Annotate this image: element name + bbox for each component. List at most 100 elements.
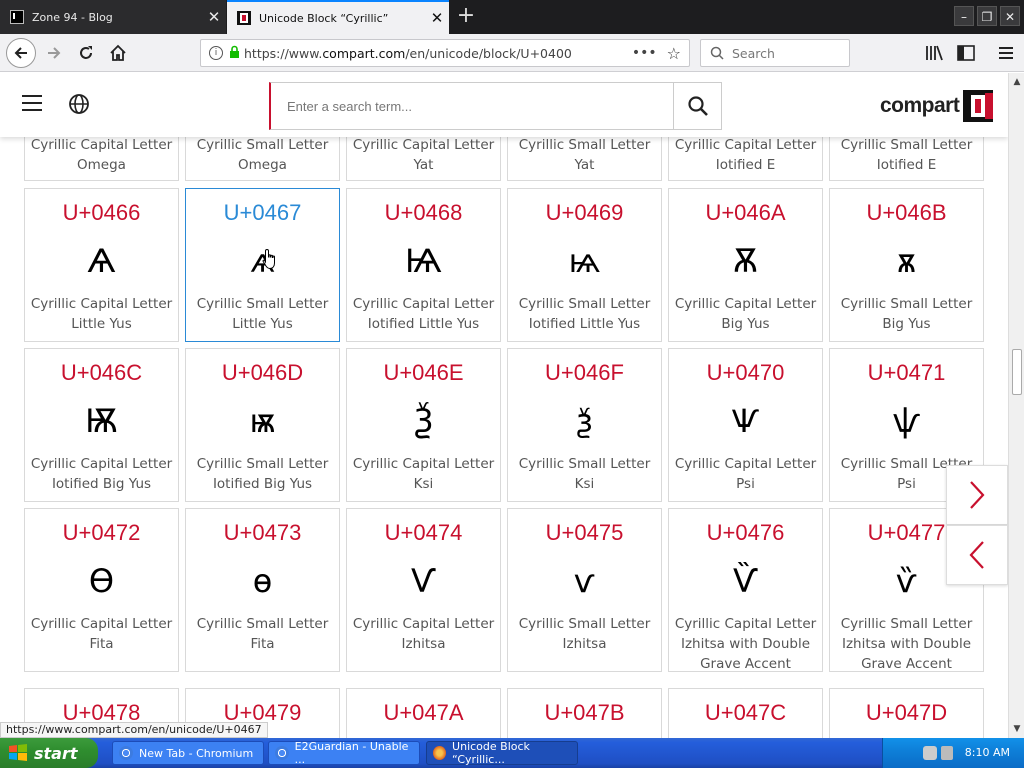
restore-icon[interactable]: ❐ [977, 6, 997, 26]
windows-taskbar: start New Tab - Chromium E2Guardian - Un… [0, 738, 1024, 768]
url-domain: compart.com [322, 45, 406, 61]
search-icon [687, 96, 708, 116]
character-name: Cyrillic Small Letter Ksi [518, 456, 651, 492]
character-name: Cyrillic Small Letter Yat [518, 137, 651, 173]
browser-search-box[interactable]: Search [700, 39, 850, 67]
character-name: Cyrillic Capital Letter Fita [30, 616, 173, 652]
character-card[interactable]: U+046D ѭ Cyrillic Small Letter Iotified Bi… [185, 348, 340, 502]
url-prefix: https://www. [244, 45, 323, 61]
character-card[interactable]: U+0472 Ѳ Cyrillic Capital Letter Fita [24, 508, 179, 672]
character-name: Cyrillic Capital Letter Iotified E [674, 137, 817, 173]
sidebar-toggle-icon[interactable] [952, 39, 980, 67]
reload-icon[interactable] [72, 39, 100, 67]
character-name: Cyrillic Small Letter Izhitsa with Doubl… [840, 616, 973, 672]
page-viewport: Cyrillic Capital Letter Omega Cyrillic Sm… [0, 73, 1008, 738]
windows-logo-icon [9, 744, 27, 761]
character-card[interactable]: U+046B ѫ Cyrillic Small Letter Big Yus [829, 188, 984, 342]
code-point: U+0474 [384, 520, 463, 545]
code-point: U+047D [865, 700, 948, 725]
site-search-button[interactable] [673, 83, 721, 129]
tab-title: Unicode Block “Cyrillic” [259, 11, 389, 25]
scroll-up-arrow-icon[interactable]: ▲ [1011, 76, 1023, 88]
site-menu-icon[interactable] [22, 95, 42, 111]
tab-unicode-block[interactable]: Unicode Block “Cyrillic” ✕ [227, 0, 449, 34]
address-bar[interactable]: i https://www.compart.com/en/unicode/blo… [200, 39, 690, 67]
code-point: U+046D [221, 360, 304, 385]
character-card[interactable]: U+047D [829, 688, 984, 738]
back-arrow-icon[interactable] [6, 38, 36, 68]
chromium-icon [119, 746, 133, 760]
character-card[interactable]: U+0466 Ѧ Cyrillic Capital Letter Little Yu… [24, 188, 179, 342]
code-point: U+0476 [706, 520, 785, 545]
character-card[interactable]: U+0468 Ѩ Cyrillic Capital Letter Iotified … [346, 188, 501, 342]
character-name: Cyrillic Capital Letter Iotified Little … [352, 296, 495, 332]
volume-icon[interactable] [941, 746, 953, 760]
scroll-thumb[interactable] [1012, 349, 1022, 395]
next-page-button[interactable] [946, 465, 1008, 525]
network-icon[interactable] [923, 746, 937, 760]
firefox-icon [433, 746, 447, 760]
previous-page-button[interactable] [946, 525, 1008, 585]
character-name: Cyrillic Capital Letter Izhitsa [352, 616, 495, 652]
character-name: Cyrillic Small Letter Big Yus [840, 296, 973, 332]
character-card[interactable]: U+0473 ѳ Cyrillic Small Letter Fita [185, 508, 340, 672]
bookmark-star-icon[interactable]: ☆ [667, 44, 681, 63]
character-name: Cyrillic Small Letter Izhitsa [518, 616, 651, 652]
compart-logo[interactable]: compart [880, 89, 995, 123]
character-card[interactable]: U+047A [346, 688, 501, 738]
character-glyph: ѵ [573, 562, 596, 600]
character-card[interactable]: U+0470 Ѱ Cyrillic Capital Letter Psi [668, 348, 823, 502]
minimize-icon[interactable]: – [954, 6, 974, 26]
start-label: start [34, 743, 78, 763]
scroll-down-arrow-icon[interactable]: ▼ [1011, 723, 1023, 735]
character-glyph: Ѷ [733, 562, 758, 600]
page-actions-icon[interactable]: ••• [632, 45, 657, 61]
status-link-url: https://www.compart.com/en/unicode/U+046… [0, 722, 268, 738]
character-card[interactable]: U+046C Ѭ Cyrillic Capital Letter Iotified … [24, 348, 179, 502]
navigation-toolbar: i https://www.compart.com/en/unicode/blo… [0, 34, 1024, 72]
info-icon[interactable]: i [209, 46, 223, 60]
taskbar-item-e2guardian[interactable]: E2Guardian - Unable ... [268, 740, 420, 766]
character-name: Cyrillic Small Letter Iotified Little Yu… [518, 296, 651, 332]
character-name: Cyrillic Small Letter Little Yus [196, 296, 329, 332]
character-card[interactable]: U+0476 Ѷ Cyrillic Capital Letter Izhitsa w… [668, 508, 823, 672]
code-point: U+047C [704, 700, 787, 725]
code-point: U+046C [60, 360, 143, 385]
close-tab-icon[interactable]: ✕ [202, 8, 226, 26]
chevron-left-icon [969, 541, 984, 569]
library-icon[interactable] [920, 39, 948, 67]
code-point: U+0466 [62, 200, 141, 225]
character-card[interactable]: U+046A Ѫ Cyrillic Capital Letter Big Yus [668, 188, 823, 342]
system-tray: 8:10 AM [882, 738, 1024, 768]
character-card[interactable]: U+0469 ѩ Cyrillic Small Letter Iotified Li… [507, 188, 662, 342]
site-search-input[interactable] [271, 83, 673, 129]
chevron-right-icon [970, 481, 985, 509]
taskbar-item-unicode-block[interactable]: Unicode Block “Cyrillic... [426, 740, 578, 766]
close-window-icon[interactable]: ✕ [1000, 6, 1020, 26]
tab-title: Zone 94 - Blog [32, 10, 113, 24]
character-name: Cyrillic Small Letter Iotified Big Yus [196, 456, 329, 492]
taskbar-item-new-tab-chromium[interactable]: New Tab - Chromium [112, 741, 264, 765]
tab-zone94-blog[interactable]: Zone 94 - Blog ✕ [0, 0, 226, 34]
home-icon[interactable] [104, 39, 132, 67]
globe-language-icon[interactable] [68, 93, 90, 115]
start-button[interactable]: start [0, 738, 98, 768]
character-card[interactable]: U+047B [507, 688, 662, 738]
character-card[interactable]: U+0474 Ѵ Cyrillic Capital Letter Izhitsa [346, 508, 501, 672]
code-point: U+046E [383, 360, 464, 385]
hamburger-menu-icon[interactable] [992, 39, 1020, 67]
logo-wordmark: compart [880, 94, 960, 117]
chromium-icon [275, 746, 289, 760]
search-icon [710, 46, 724, 60]
search-placeholder: Search [732, 45, 775, 61]
character-card[interactable]: U+046E Ѯ Cyrillic Capital Letter Ksi [346, 348, 501, 502]
character-name: Cyrillic Capital Letter Psi [674, 456, 817, 492]
site-search-box [269, 82, 722, 130]
character-card[interactable]: U+0475 ѵ Cyrillic Small Letter Izhitsa [507, 508, 662, 672]
vertical-scrollbar[interactable]: ▲ ▼ [1008, 73, 1024, 738]
new-tab-plus-icon[interactable]: + [454, 5, 478, 29]
forward-arrow-icon[interactable] [40, 39, 68, 67]
close-tab-icon[interactable]: ✕ [425, 9, 449, 27]
character-card[interactable]: U+046F ѯ Cyrillic Small Letter Ksi [507, 348, 662, 502]
character-card[interactable]: U+047C [668, 688, 823, 738]
